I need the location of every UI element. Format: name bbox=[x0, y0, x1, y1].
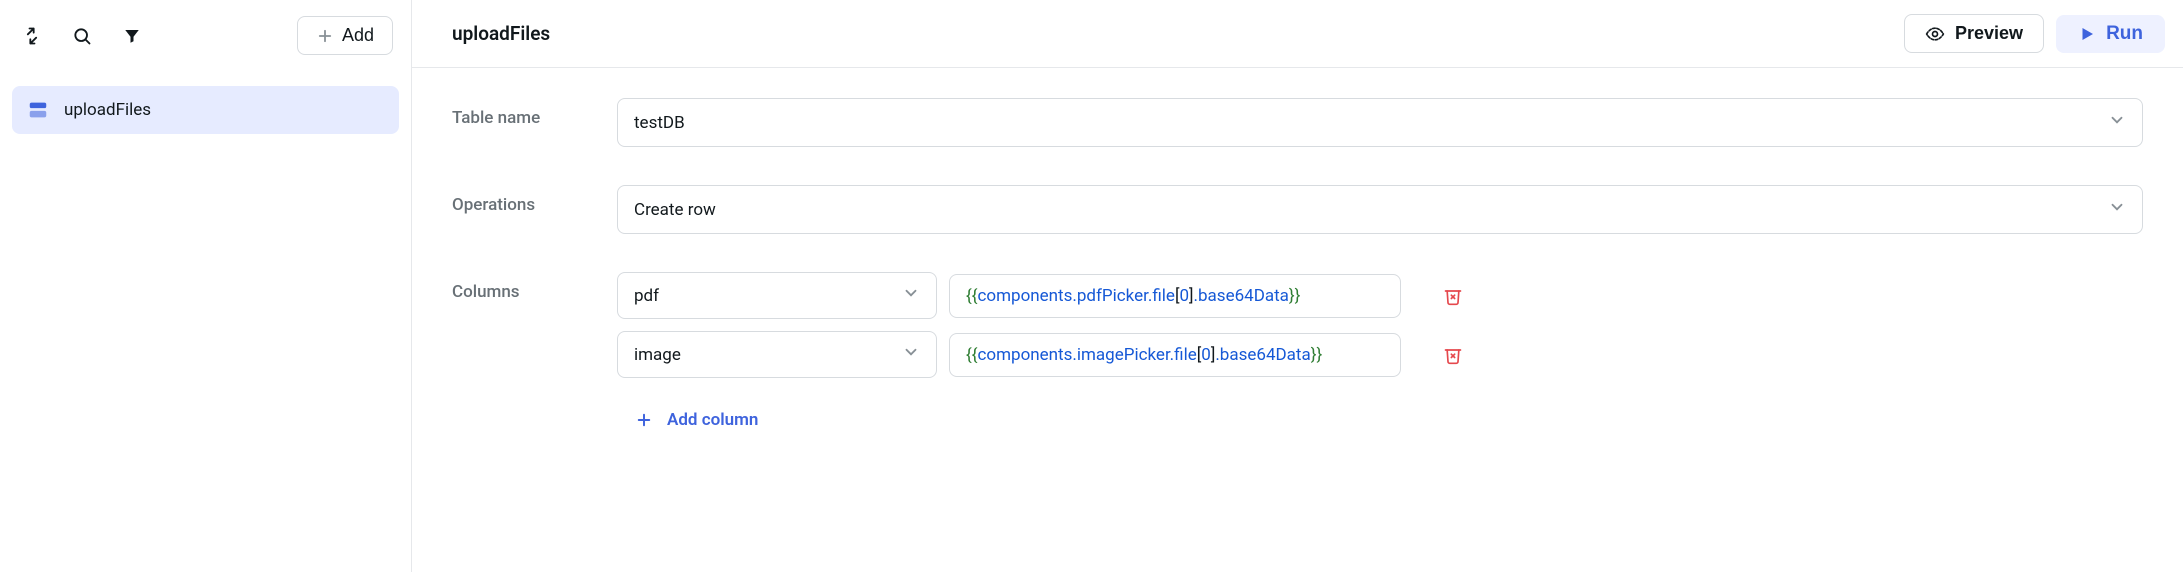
column-row: pdf {{components.pdfPicker.file[0].base6… bbox=[617, 272, 2143, 319]
collapse-icon[interactable] bbox=[18, 22, 46, 50]
trash-icon bbox=[1443, 345, 1463, 365]
table-name-value: testDB bbox=[634, 113, 685, 133]
table-name-row: Table name testDB bbox=[452, 98, 2143, 147]
chevron-down-icon bbox=[2108, 198, 2126, 221]
run-button[interactable]: Run bbox=[2056, 15, 2165, 53]
sidebar-item-uploadfiles[interactable]: uploadFiles bbox=[12, 86, 399, 134]
search-icon[interactable] bbox=[68, 22, 96, 50]
main-body: Table name testDB Operations Create row bbox=[412, 68, 2183, 474]
operations-select[interactable]: Create row bbox=[617, 185, 2143, 234]
trash-icon bbox=[1443, 286, 1463, 306]
add-column-button[interactable]: Add column bbox=[617, 396, 2143, 444]
run-label: Run bbox=[2106, 23, 2143, 45]
column-row: image {{components.imagePicker.file[0].b… bbox=[617, 331, 2143, 378]
preview-label: Preview bbox=[1955, 23, 2023, 44]
columns-row: Columns pdf {{component bbox=[452, 272, 2143, 444]
operations-row: Operations Create row bbox=[452, 185, 2143, 234]
main-panel: uploadFiles Preview Run Table name bbox=[412, 0, 2183, 572]
delete-column-button[interactable] bbox=[1433, 276, 1473, 316]
columns-list: pdf {{components.pdfPicker.file[0].base6… bbox=[617, 272, 2143, 444]
sidebar-item-label: uploadFiles bbox=[64, 100, 151, 120]
chevron-down-icon bbox=[902, 284, 920, 307]
sidebar-body: uploadFiles bbox=[0, 72, 411, 148]
add-label: Add bbox=[342, 25, 374, 46]
columns-label: Columns bbox=[452, 272, 617, 302]
plus-icon bbox=[316, 27, 334, 45]
sidebar-header: Add bbox=[0, 0, 411, 72]
table-name-select[interactable]: testDB bbox=[617, 98, 2143, 147]
column-name-value: image bbox=[634, 345, 681, 365]
column-name-value: pdf bbox=[634, 286, 659, 306]
add-column-label: Add column bbox=[667, 410, 758, 430]
operations-value: Create row bbox=[634, 200, 716, 220]
table-name-label: Table name bbox=[452, 98, 617, 128]
column-value-input[interactable]: {{components.pdfPicker.file[0].base64Dat… bbox=[949, 274, 1401, 318]
operations-label: Operations bbox=[452, 185, 617, 215]
play-icon bbox=[2078, 25, 2096, 43]
delete-column-button[interactable] bbox=[1433, 335, 1473, 375]
preview-button[interactable]: Preview bbox=[1904, 14, 2044, 53]
column-name-select[interactable]: pdf bbox=[617, 272, 937, 319]
column-name-select[interactable]: image bbox=[617, 331, 937, 378]
main-header: uploadFiles Preview Run bbox=[412, 0, 2183, 68]
eye-icon bbox=[1925, 24, 1945, 44]
chevron-down-icon bbox=[902, 343, 920, 366]
database-icon bbox=[26, 98, 50, 122]
page-title: uploadFiles bbox=[452, 22, 550, 45]
filter-icon[interactable] bbox=[118, 22, 146, 50]
add-button[interactable]: Add bbox=[297, 16, 393, 55]
column-value-input[interactable]: {{components.imagePicker.file[0].base64D… bbox=[949, 333, 1401, 377]
chevron-down-icon bbox=[2108, 111, 2126, 134]
plus-icon bbox=[635, 411, 653, 429]
sidebar: Add uploadFiles bbox=[0, 0, 412, 572]
